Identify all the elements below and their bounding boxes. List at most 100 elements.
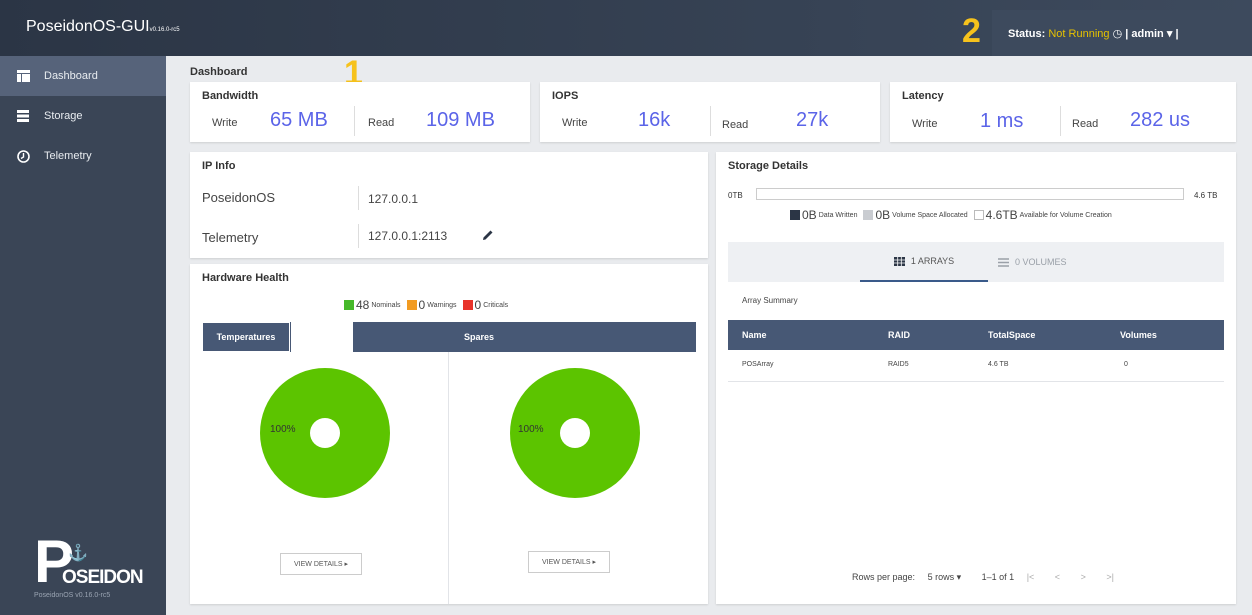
- array-volumes: 0: [1124, 361, 1128, 368]
- panel-title: Spares: [464, 332, 495, 342]
- array-table-header: Name RAID TotalSpace Volumes: [728, 320, 1224, 350]
- panel-title: Temperatures: [216, 332, 276, 342]
- nominal-count: 48: [356, 298, 370, 312]
- sidebar-item-label: Dashboard: [44, 70, 98, 82]
- clock-icon: ◷: [1112, 28, 1123, 40]
- column-totalspace: TotalSpace: [988, 330, 1036, 340]
- critical-count: 0: [474, 298, 482, 312]
- tab-arrays[interactable]: 1 ARRAYS: [860, 242, 988, 282]
- data-written-swatch: [790, 210, 800, 220]
- available-value: 4.6TB: [985, 208, 1018, 222]
- write-value: 16k: [638, 109, 671, 131]
- data-written-value: 0B: [802, 208, 817, 222]
- edit-icon[interactable]: [482, 228, 494, 246]
- capacity-bar: [756, 188, 1184, 200]
- divider: [358, 224, 359, 248]
- rows-per-page-select[interactable]: 5 rows ▾: [928, 572, 962, 582]
- next-page-button[interactable]: >: [1081, 572, 1086, 582]
- bar-min-label: 0TB: [728, 191, 743, 200]
- warning-label: Warnings: [427, 301, 457, 309]
- first-page-button[interactable]: |<: [1027, 572, 1035, 582]
- anchor-icon: ⚓: [68, 545, 88, 562]
- sidebar-item-storage[interactable]: Storage: [0, 96, 166, 136]
- status-label: Status:: [1008, 28, 1046, 40]
- ip-label-poseidonos: PoseidonOS: [202, 190, 275, 205]
- array-icon: [893, 256, 905, 266]
- card-title: Hardware Health: [202, 272, 289, 284]
- card-title: IOPS: [552, 90, 579, 102]
- divider: [710, 106, 711, 136]
- user-menu[interactable]: admin ▾: [1131, 28, 1172, 40]
- panel-gap: [291, 322, 353, 352]
- last-page-button[interactable]: >|: [1106, 572, 1114, 582]
- prev-page-button[interactable]: <: [1055, 572, 1060, 582]
- page-title: Dashboard: [190, 66, 248, 78]
- temperatures-header: Temperatures: [202, 322, 448, 352]
- sidebar-item-label: Storage: [44, 110, 83, 122]
- tab-temperatures[interactable]: Temperatures: [202, 322, 290, 352]
- ip-label-telemetry: Telemetry: [202, 230, 259, 245]
- status-area: Status: Not Running ◷ | admin ▾ |: [992, 10, 1252, 56]
- view-details-temperatures-button[interactable]: VIEW DETAILS ▸: [280, 553, 362, 575]
- spares-header: Spares: [448, 322, 696, 352]
- nominal-swatch: [344, 300, 354, 310]
- warning-swatch: [406, 300, 417, 310]
- write-label: Write: [912, 118, 938, 130]
- write-label: Write: [212, 117, 238, 129]
- user-name: admin: [1131, 28, 1164, 40]
- annotation-2: 2: [962, 12, 981, 50]
- divider: [354, 106, 355, 136]
- critical-swatch: [462, 300, 473, 310]
- critical-label: Criticals: [483, 301, 509, 309]
- card-title: Bandwidth: [202, 90, 259, 102]
- card-title: Storage Details: [728, 160, 809, 172]
- table-row[interactable]: POSArray RAID5 4.6 TB 0: [728, 350, 1224, 382]
- rows-per-page-value: 5 rows: [927, 572, 955, 582]
- nominal-label: Nominals: [371, 301, 401, 309]
- read-label: Read: [368, 117, 395, 129]
- array-totalspace: 4.6 TB: [988, 361, 1009, 368]
- view-details-spares-button[interactable]: VIEW DETAILS ▸: [528, 551, 610, 573]
- volumes-icon: [998, 257, 1009, 267]
- bandwidth-card: Bandwidth Write 65 MB Read 109 MB: [190, 82, 530, 142]
- storage-details-card: Storage Details 0TB 4.6 TB 0B Data Writte…: [716, 152, 1236, 604]
- rows-per-page-label: Rows per page:: [852, 572, 916, 582]
- storage-icon: [16, 109, 30, 123]
- sidebar-item-dashboard[interactable]: Dashboard: [0, 56, 166, 96]
- app-version: v0.16.0-rc5: [149, 27, 180, 33]
- write-value: 1 ms: [980, 110, 1024, 132]
- write-label: Write: [562, 117, 588, 129]
- column-volumes: Volumes: [1120, 330, 1157, 340]
- card-title: Latency: [902, 90, 944, 102]
- dashboard-icon: [16, 69, 30, 83]
- spares-percent: 100%: [518, 424, 544, 435]
- read-label: Read: [1072, 118, 1099, 130]
- column-raid: RAID: [888, 330, 910, 340]
- divider: [358, 186, 359, 210]
- array-summary-title: Array Summary: [742, 296, 798, 305]
- divider: [1060, 106, 1061, 136]
- ip-info-card: IP Info PoseidonOS 127.0.0.1 Telemetry 1…: [190, 152, 708, 258]
- pagination: Rows per page: 5 rows ▾ 1–1 of 1 |< < > …: [852, 572, 1114, 583]
- write-value: 65 MB: [270, 109, 328, 131]
- read-value: 27k: [796, 109, 829, 131]
- logo-subtitle: PoseidonOS v0.16.0-rc5: [34, 592, 111, 599]
- read-label: Read: [722, 119, 749, 131]
- allocated-swatch: [863, 210, 874, 220]
- available-label: Available for Volume Creation: [1019, 211, 1112, 219]
- allocated-value: 0B: [875, 208, 891, 222]
- read-value: 109 MB: [426, 109, 495, 131]
- iops-card: IOPS Write 16k Read 27k: [540, 82, 880, 142]
- logo-text: OSEIDON: [62, 567, 144, 588]
- chevron-down-icon: ▾: [956, 572, 962, 582]
- telemetry-icon: [16, 149, 30, 163]
- divider: |: [1125, 28, 1129, 40]
- tab-label: 0 VOLUMES: [1015, 257, 1067, 267]
- sidebar: Dashboard Storage Telemetry P ⚓ OSEIDON …: [0, 56, 166, 615]
- tab-volumes[interactable]: 0 VOLUMES: [998, 242, 1067, 282]
- ip-value-telemetry: 127.0.0.1:2113: [368, 229, 448, 243]
- sidebar-item-telemetry[interactable]: Telemetry: [0, 136, 166, 176]
- allocated-label: Volume Space Allocated: [892, 211, 968, 219]
- page-range: 1–1 of 1: [981, 572, 1015, 582]
- health-legend: 48 Nominals 0 Warnings 0 Criticals: [344, 298, 508, 312]
